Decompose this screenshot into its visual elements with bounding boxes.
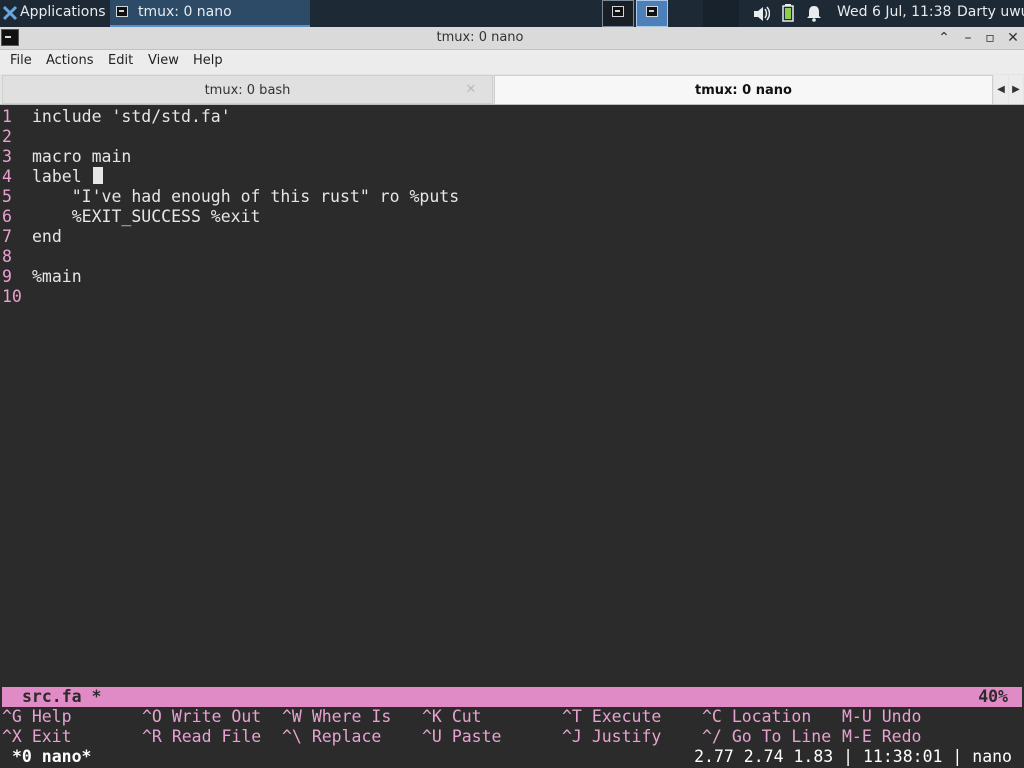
menu-help[interactable]: Help <box>193 53 223 68</box>
taskbar-item-label: tmux: 0 nano <box>138 4 232 20</box>
nano-status-bar: src.fa * 40% <box>2 687 1022 707</box>
shortcut-go-to-line: ^/ Go To Line <box>702 727 832 746</box>
terminal-area[interactable]: 1 include 'std/std.fa' 2 3 macro main 4 lab… <box>2 105 1022 768</box>
line-number: 8 <box>2 247 12 266</box>
tmux-status-right: 2.77 2.74 1.83 | 11:38:01 | nano <box>694 747 1012 766</box>
shortcut-location: ^C Location <box>702 707 812 726</box>
terminal-icon <box>646 6 658 17</box>
shortcut-read-file: ^R Read File <box>142 727 262 746</box>
workspace-2[interactable] <box>636 0 668 27</box>
line-text-with-cursor: label <box>32 167 103 187</box>
workspace-1[interactable] <box>602 0 634 27</box>
shortcut-help: ^G Help <box>2 707 72 726</box>
line-text: end <box>32 227 62 246</box>
taskbar-item-terminal[interactable]: tmux: 0 nano <box>110 0 310 27</box>
maximize-button[interactable]: ▫ <box>980 28 1000 48</box>
tab-close-icon[interactable]: ✕ <box>464 75 478 104</box>
line-text: %EXIT_SUCCESS %exit <box>32 207 261 226</box>
status-percent: 40% <box>978 687 1008 706</box>
clock[interactable]: Wed 6 Jul, 11:38 <box>837 0 951 27</box>
line-number: 6 <box>2 207 12 226</box>
tmux-status-bar: *0 nano* 2.77 2.74 1.83 | 11:38:01 | nan… <box>2 747 1022 767</box>
menu-edit[interactable]: Edit <box>108 53 133 68</box>
line-text: label <box>32 167 92 186</box>
menu-bar: File Actions Edit View Help <box>0 50 1024 74</box>
line-number: 5 <box>2 187 12 206</box>
shortcut-execute: ^T Execute <box>562 707 662 726</box>
tab-bar: tmux: 0 bash ✕ tmux: 0 nano ◀ ▶ <box>0 74 1024 105</box>
minimize-button[interactable]: – <box>958 28 978 48</box>
battery-icon[interactable] <box>782 0 794 27</box>
line-text: "I've had enough of this rust" ro %puts <box>32 187 460 206</box>
tab-scroll-right-icon[interactable]: ▶ <box>1009 75 1023 104</box>
shortcut-justify: ^J Justify <box>562 727 662 746</box>
tab-scroll-left-icon[interactable]: ◀ <box>994 75 1008 104</box>
line-number: 2 <box>2 127 12 146</box>
menu-file[interactable]: File <box>10 53 32 68</box>
menu-view[interactable]: View <box>148 53 179 68</box>
line-number: 10 <box>2 287 22 306</box>
user-menu[interactable]: Darty uwu <box>957 0 1024 27</box>
xfce-logo-icon <box>2 5 18 21</box>
shortcut-cut: ^K Cut <box>422 707 482 726</box>
text-cursor <box>92 167 103 184</box>
line-number: 3 <box>2 147 12 166</box>
applications-menu[interactable]: Applications <box>0 0 108 27</box>
line-number: 7 <box>2 227 12 246</box>
line-number: 9 <box>2 267 12 286</box>
line-number: 4 <box>2 167 12 186</box>
applications-label: Applications <box>20 4 106 20</box>
shortcut-undo: M-U Undo <box>842 707 922 726</box>
notification-bell-icon[interactable] <box>806 0 822 27</box>
shortcut-paste: ^U Paste <box>422 727 502 746</box>
status-filename: src.fa * <box>22 687 102 706</box>
tab-bash[interactable]: tmux: 0 bash <box>2 75 493 104</box>
line-number: 1 <box>2 107 12 126</box>
terminal-icon <box>612 6 624 17</box>
shortcut-replace: ^\ Replace <box>282 727 382 746</box>
terminal-icon <box>116 6 128 17</box>
window-title: tmux: 0 nano <box>436 30 524 45</box>
shortcut-write-out: ^O Write Out <box>142 707 262 726</box>
window-titlebar[interactable]: tmux: 0 nano ⌃ – ▫ ✕ <box>0 27 1024 50</box>
close-button[interactable]: ✕ <box>1003 28 1023 48</box>
shortcut-where-is: ^W Where Is <box>282 707 392 726</box>
line-text: include 'std/std.fa' <box>32 107 231 126</box>
line-text: macro main <box>32 147 132 166</box>
tab-nano[interactable]: tmux: 0 nano <box>494 75 993 104</box>
shortcut-exit: ^X Exit <box>2 727 72 746</box>
volume-icon[interactable] <box>752 0 771 27</box>
tmux-window-label[interactable]: *0 nano* <box>12 747 91 767</box>
menu-actions[interactable]: Actions <box>46 53 94 68</box>
shortcut-redo: M-E Redo <box>842 727 922 746</box>
line-text: %main <box>32 267 82 286</box>
top-panel: Applications tmux: 0 nano Wed 6 Jul, 11:… <box>0 0 1024 27</box>
shade-button[interactable]: ⌃ <box>934 28 954 48</box>
tray-separator <box>703 0 739 27</box>
